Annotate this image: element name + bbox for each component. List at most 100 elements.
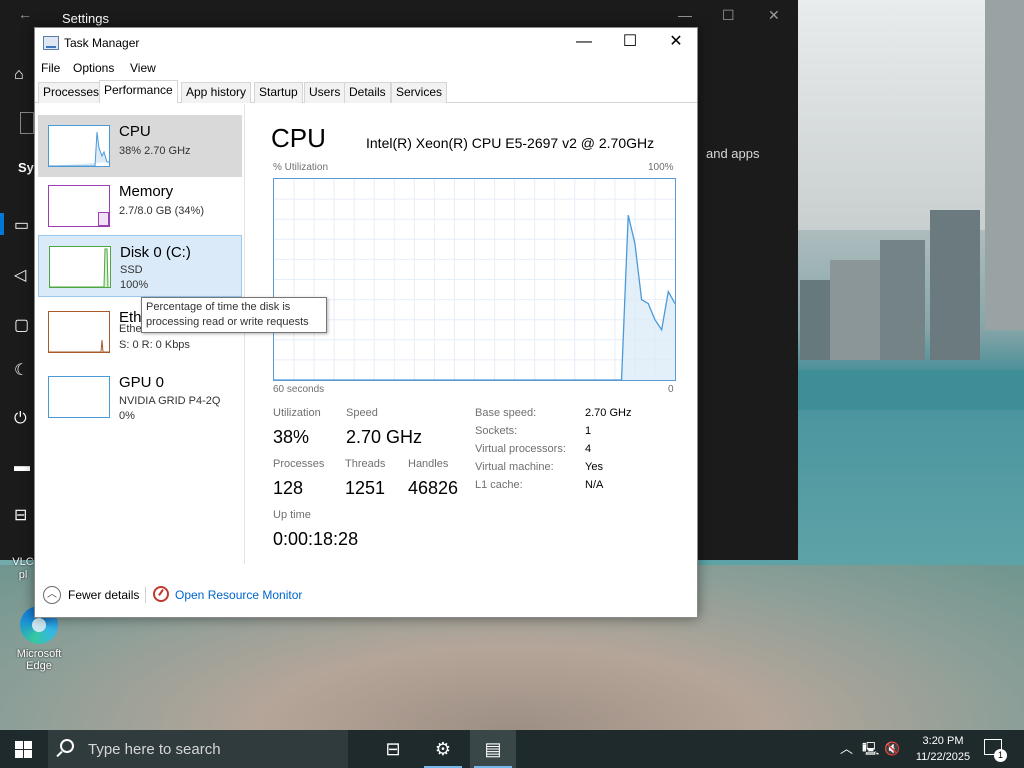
tab-startup[interactable]: Startup <box>254 82 303 103</box>
resource-value: 0% <box>119 410 135 422</box>
memory-thumbnail-graph <box>48 185 110 227</box>
chevron-up-icon[interactable]: ︿ <box>43 586 61 604</box>
close-icon[interactable]: ✕ <box>768 7 780 24</box>
disk-thumbnail-graph <box>49 246 111 288</box>
clock-time: 3:20 PM <box>922 735 964 747</box>
tab-processes[interactable]: Processes <box>38 82 105 103</box>
speed-label: Speed <box>346 407 378 419</box>
gpu-thumbnail-graph <box>48 376 110 418</box>
tab-details[interactable]: Details <box>344 82 391 103</box>
home-icon[interactable]: ⌂ <box>14 66 24 84</box>
menu-options[interactable]: Options <box>73 61 114 75</box>
minimize-button[interactable]: — <box>561 31 607 55</box>
task-manager-taskbar-icon[interactable]: ▤ <box>470 730 516 768</box>
resource-name: Memory <box>119 183 174 200</box>
footer-divider <box>145 587 146 603</box>
spec-value: 4 <box>585 443 592 455</box>
clock-date: 11/22/2025 <box>915 751 971 763</box>
search-field-edge[interactable] <box>20 112 34 134</box>
uptime-value: 0:00:18:28 <box>273 529 359 549</box>
settings-title: Settings <box>62 11 109 26</box>
menu-bar: File Options View <box>35 59 697 79</box>
disk-tooltip: Percentage of time the disk is processin… <box>141 297 327 333</box>
search-icon <box>60 739 74 753</box>
processes-label: Processes <box>273 458 325 470</box>
cpu-model-name: Intel(R) Xeon(R) CPU E5-2697 v2 @ 2.70GH… <box>366 135 655 151</box>
spec-label: L1 cache: <box>475 479 523 491</box>
task-manager-window[interactable]: Task Manager — ☐ ✕ File Options View Pro… <box>34 27 698 618</box>
cpu-chart-svg <box>273 179 676 381</box>
threads-label: Threads <box>345 458 386 470</box>
tab-services[interactable]: Services <box>391 82 448 103</box>
wallpaper-building <box>880 240 925 360</box>
power-icon[interactable]: ⏻ <box>14 410 27 428</box>
notifications-icon[interactable]: ▢ <box>14 315 29 335</box>
taskbar-search[interactable]: Type here to search <box>48 730 348 768</box>
wallpaper-tower <box>985 0 1024 330</box>
settings-nav: ⌂ Sy ▭ ◁ ▢ ☾ ⏻ ▬ ⊟ <box>0 60 34 560</box>
resource-cpu[interactable]: CPU 38% 2.70 GHz <box>38 115 242 177</box>
task-manager-icon <box>43 36 59 50</box>
handles-label: Handles <box>408 458 449 470</box>
handles-value: 46826 <box>408 478 459 498</box>
processes-value: 128 <box>273 478 304 498</box>
resource-disk-0[interactable]: Disk 0 (C:) SSD 100% <box>38 235 242 297</box>
task-manager-footer: ︿ Fewer details Open Resource Monitor <box>35 583 697 613</box>
title-bar[interactable]: Task Manager — ☐ ✕ <box>35 28 697 58</box>
uptime-label: Up time <box>273 509 311 521</box>
resource-detail: NVIDIA GRID P4-2Q <box>119 395 221 407</box>
utilization-label: Utilization <box>273 407 321 419</box>
back-arrow-icon[interactable]: ← <box>18 6 32 22</box>
focus-assist-icon[interactable]: ☾ <box>14 360 28 380</box>
menu-file[interactable]: File <box>41 61 60 75</box>
windows-start-icon[interactable] <box>15 741 33 758</box>
resource-gpu-0[interactable]: GPU 0 NVIDIA GRID P4-2Q 0% <box>38 366 242 428</box>
speed-value: 2.70 GHz <box>346 427 423 447</box>
system-clock[interactable]: 3:20 PM 11/22/2025 <box>912 733 974 765</box>
maximize-button[interactable]: ☐ <box>607 31 653 55</box>
notification-count-badge: 1 <box>994 749 1007 762</box>
resource-list: CPU 38% 2.70 GHz Memory 2.7/8.0 GB (34%)… <box>35 104 245 564</box>
resource-value: 100% <box>120 279 149 291</box>
tab-performance[interactable]: Performance <box>99 80 178 103</box>
tab-strip: Processes Performance App history Startu… <box>35 80 697 103</box>
volume-muted-icon[interactable]: 🔇 <box>884 730 900 768</box>
search-placeholder: Type here to search <box>88 741 221 758</box>
resource-value: S: 0 R: 0 Kbps <box>119 339 190 351</box>
close-button[interactable]: ✕ <box>653 31 699 55</box>
storage-icon[interactable]: ▬ <box>14 458 30 476</box>
settings-gear-icon[interactable]: ⚙ <box>420 730 466 768</box>
graph-min-label: 0 <box>668 384 674 395</box>
resource-name: CPU <box>119 123 151 140</box>
open-resource-monitor-link[interactable]: Open Resource Monitor <box>175 588 302 602</box>
sound-icon[interactable]: ◁ <box>14 265 26 285</box>
spec-value: Yes <box>585 461 603 473</box>
resource-monitor-icon[interactable] <box>153 586 169 602</box>
display-icon[interactable]: ▭ <box>14 215 29 235</box>
tablet-icon[interactable]: ⊟ <box>14 505 27 525</box>
spec-value: 2.70 GHz <box>585 407 632 419</box>
action-center-icon[interactable]: 1 <box>984 739 1007 762</box>
show-hidden-icons-chevron-icon[interactable]: ︿ <box>840 730 853 768</box>
maximize-icon[interactable]: ☐ <box>722 7 735 24</box>
cpu-utilization-graph <box>273 178 676 381</box>
network-icon[interactable]: 🖳 <box>862 730 879 768</box>
spec-label: Sockets: <box>475 425 518 437</box>
resource-memory[interactable]: Memory 2.7/8.0 GB (34%) <box>38 175 242 237</box>
spec-label: Virtual processors: <box>475 443 566 455</box>
resource-name: GPU 0 <box>119 374 165 391</box>
tab-users[interactable]: Users <box>304 82 346 103</box>
cpu-thumbnail-graph <box>48 125 110 167</box>
graph-x-label: 60 seconds <box>273 384 325 395</box>
tab-app-history[interactable]: App history <box>181 82 252 103</box>
utilization-value: 38% <box>273 427 310 447</box>
task-view-icon[interactable]: ⊟ <box>370 730 416 768</box>
resource-detail: SSD <box>120 264 143 276</box>
spec-label: Virtual machine: <box>475 461 554 473</box>
graph-max-label: 100% <box>648 162 674 173</box>
graph-y-label: % Utilization <box>273 162 329 173</box>
minimize-icon[interactable]: — <box>678 7 692 23</box>
menu-view[interactable]: View <box>130 61 156 75</box>
fewer-details-button[interactable]: Fewer details <box>68 588 139 602</box>
edge-label: Microsoft Edge <box>16 648 62 672</box>
